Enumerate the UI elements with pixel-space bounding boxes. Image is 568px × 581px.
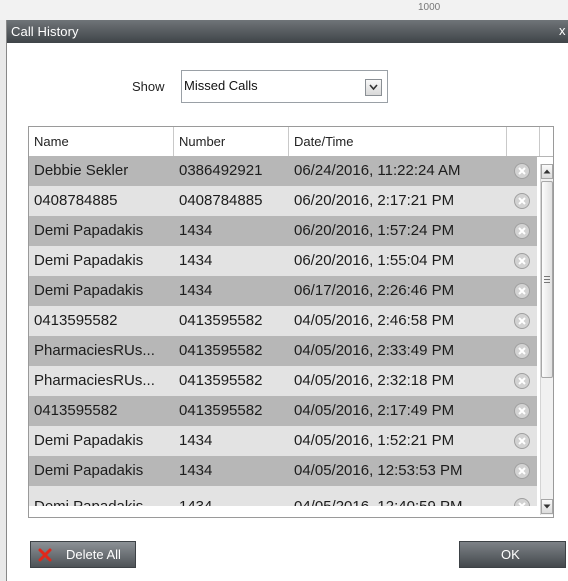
table-row[interactable]: Demi Papadakis 1434 06/20/2016, 1:57:24 …: [29, 216, 537, 246]
table-row[interactable]: Demi Papadakis 1434 06/20/2016, 1:55:04 …: [29, 246, 537, 276]
table-header: Name Number Date/Time: [29, 127, 553, 157]
cell-number: 1434: [179, 498, 212, 506]
cell-name: 0413595582: [34, 312, 118, 329]
column-header-scroll: [540, 127, 553, 156]
cell-number: 1434: [179, 282, 213, 299]
cell-datetime: 06/17/2016, 2:26:46 PM: [294, 282, 455, 299]
show-filter-select[interactable]: Missed Calls: [181, 70, 388, 103]
cell-number: 0413595582: [179, 372, 263, 389]
cell-name: PharmaciesRUs...: [34, 342, 155, 359]
table-row[interactable]: 0413595582 0413595582 04/05/2016, 2:46:5…: [29, 306, 537, 336]
cell-name: Debbie Sekler: [34, 162, 129, 179]
grip-line: [544, 276, 550, 277]
cell-name: 0408784885: [34, 192, 118, 209]
table-row[interactable]: 0413595582 0413595582 04/05/2016, 2:17:4…: [29, 396, 537, 426]
grip-line: [544, 279, 550, 280]
cell-datetime: 06/20/2016, 1:55:04 PM: [294, 252, 455, 269]
circle-x-icon[interactable]: [514, 403, 530, 419]
circle-x-icon[interactable]: [514, 193, 530, 209]
title-bar[interactable]: Call History x: [7, 20, 568, 43]
background-partial-text: 1000: [418, 2, 441, 13]
cell-name: Demi Papadakis: [34, 498, 143, 506]
cell-number: 1434: [179, 222, 213, 239]
circle-x-icon[interactable]: [514, 313, 530, 329]
column-header-number[interactable]: Number: [174, 127, 289, 156]
table-row[interactable]: 0408784885 0408784885 06/20/2016, 2:17:2…: [29, 186, 537, 216]
show-label: Show: [132, 79, 165, 94]
grip-line: [544, 282, 550, 283]
column-header-datetime[interactable]: Date/Time: [289, 127, 507, 156]
dialog-title: Call History: [11, 24, 79, 39]
ok-label: OK: [501, 547, 520, 562]
cell-datetime: 06/20/2016, 1:57:24 PM: [294, 222, 455, 239]
cell-number: 0413595582: [179, 342, 263, 359]
cell-datetime: 04/05/2016, 2:46:58 PM: [294, 312, 455, 329]
cell-number: 0413595582: [179, 312, 263, 329]
close-button[interactable]: x: [559, 23, 568, 39]
circle-x-icon[interactable]: [514, 253, 530, 269]
circle-x-icon[interactable]: [514, 498, 530, 506]
cell-datetime: 04/05/2016, 1:52:21 PM: [294, 432, 455, 449]
circle-x-icon[interactable]: [514, 163, 530, 179]
cell-number: 0386492921: [179, 162, 263, 179]
table-row[interactable]: Debbie Sekler 0386492921 06/24/2016, 11:…: [29, 156, 537, 186]
table-row[interactable]: Demi Papadakis 1434 04/05/2016, 12:40:59…: [29, 486, 537, 506]
cell-name: Demi Papadakis: [34, 462, 144, 479]
call-history-table: Name Number Date/Time Debbie Sekler 0386…: [28, 126, 554, 518]
cell-number: 1434: [179, 252, 213, 269]
cell-name: 0413595582: [34, 402, 118, 419]
cell-datetime: 04/05/2016, 2:17:49 PM: [294, 402, 455, 419]
cell-datetime: 06/20/2016, 2:17:21 PM: [294, 192, 455, 209]
background-strip: 1000: [0, 0, 568, 20]
cell-datetime: 04/05/2016, 2:32:18 PM: [294, 372, 455, 389]
red-x-icon: [37, 547, 53, 568]
cell-name: Demi Papadakis: [34, 282, 144, 299]
cell-name: Demi Papadakis: [34, 222, 144, 239]
table-row[interactable]: PharmaciesRUs... 0413595582 04/05/2016, …: [29, 336, 537, 366]
cell-number: 0408784885: [179, 192, 263, 209]
cell-name: Demi Papadakis: [34, 432, 144, 449]
table-row[interactable]: Demi Papadakis 1434 04/05/2016, 1:52:21 …: [29, 426, 537, 456]
cell-number: 1434: [179, 462, 213, 479]
cell-datetime: 06/24/2016, 11:22:24 AM: [294, 162, 461, 179]
cell-name: PharmaciesRUs...: [34, 372, 155, 389]
scroll-thumb[interactable]: [541, 181, 553, 378]
cell-datetime: 04/05/2016, 12:53:53 PM: [294, 462, 463, 479]
circle-x-icon[interactable]: [514, 463, 530, 479]
circle-x-icon[interactable]: [514, 223, 530, 239]
cell-name: Demi Papadakis: [34, 252, 144, 269]
circle-x-icon[interactable]: [514, 283, 530, 299]
circle-x-icon[interactable]: [514, 343, 530, 359]
chevron-down-icon[interactable]: [365, 79, 382, 96]
scroll-up-button[interactable]: [541, 164, 553, 179]
cell-number: 0413595582: [179, 402, 263, 419]
circle-x-icon[interactable]: [514, 373, 530, 389]
column-header-action: [507, 127, 540, 156]
table-row[interactable]: Demi Papadakis 1434 06/17/2016, 2:26:46 …: [29, 276, 537, 306]
table-row[interactable]: Demi Papadakis 1434 04/05/2016, 12:53:53…: [29, 456, 537, 486]
cell-datetime: 04/05/2016, 2:33:49 PM: [294, 342, 455, 359]
scroll-down-button[interactable]: [541, 499, 553, 514]
ok-button[interactable]: OK: [459, 541, 566, 568]
table-row[interactable]: PharmaciesRUs... 0413595582 04/05/2016, …: [29, 366, 537, 396]
circle-x-icon[interactable]: [514, 433, 530, 449]
delete-all-label: Delete All: [66, 547, 121, 562]
delete-all-button[interactable]: Delete All: [30, 541, 136, 568]
cell-number: 1434: [179, 432, 213, 449]
vertical-scrollbar[interactable]: [540, 164, 553, 515]
column-header-name[interactable]: Name: [29, 127, 174, 156]
cell-datetime: 04/05/2016, 12:40:59 PM: [294, 498, 462, 506]
select-value: Missed Calls: [184, 78, 258, 93]
